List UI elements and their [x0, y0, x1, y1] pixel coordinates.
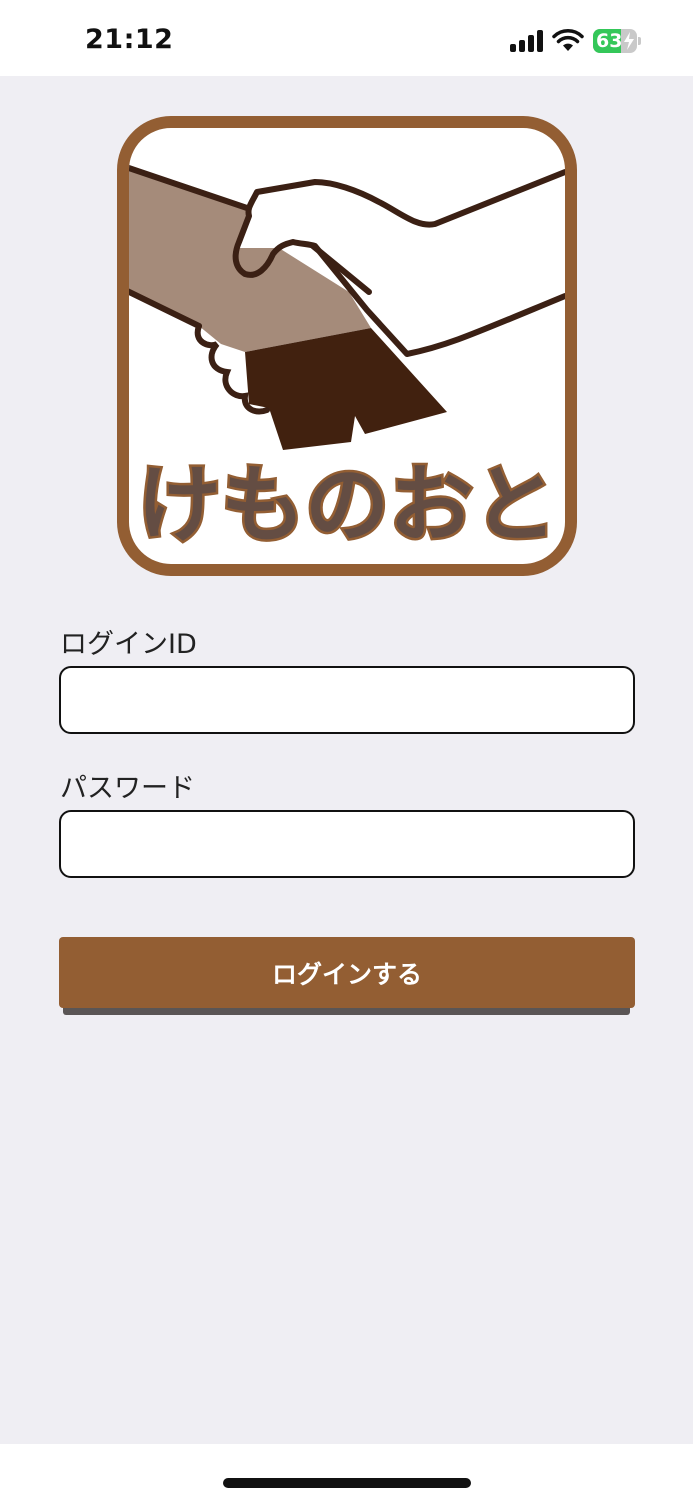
password-label: パスワード: [60, 773, 195, 804]
battery-percent: 63: [596, 30, 623, 52]
battery-icon: 63: [593, 29, 641, 53]
status-bar: 21:12 63: [0, 0, 693, 76]
logo-text: けものおと: [137, 456, 557, 554]
signal-icon: [510, 30, 543, 52]
charging-bolt-icon: [624, 32, 634, 50]
login-id-label: ログインID: [60, 629, 197, 660]
login-id-input[interactable]: [59, 666, 635, 734]
app-logo: けものおと: [117, 116, 577, 576]
status-time: 21:12: [85, 24, 174, 55]
status-icons: 63: [510, 28, 641, 54]
login-button[interactable]: ログインする: [59, 937, 635, 1008]
password-input[interactable]: [59, 810, 635, 878]
home-indicator-area: [0, 1444, 693, 1500]
wifi-icon: [552, 29, 584, 51]
home-indicator[interactable]: [223, 1478, 471, 1488]
